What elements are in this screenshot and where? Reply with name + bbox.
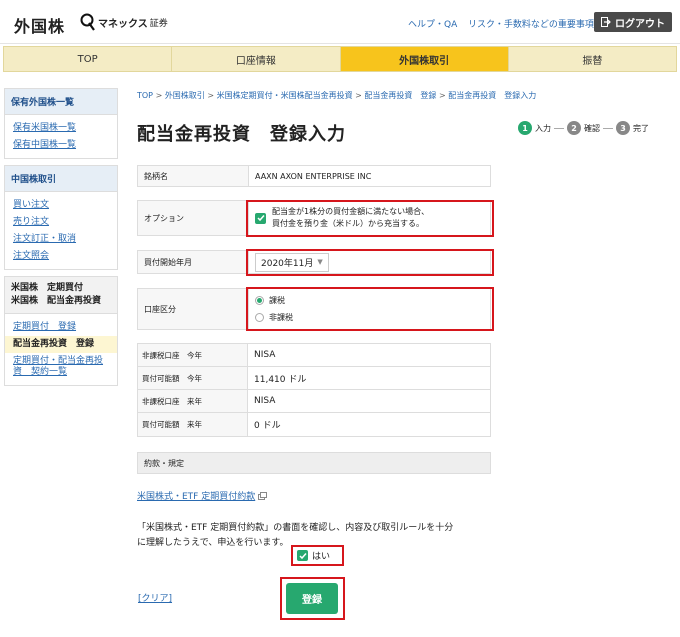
highlight-account-type	[246, 287, 494, 331]
risk-link[interactable]: リスク・手数料などの重要事項	[468, 17, 594, 30]
account-type-label: 口座区分	[144, 304, 176, 314]
brand-logo[interactable]: マネックス 証券	[80, 13, 168, 31]
terms-bar: 約款・規定	[137, 452, 491, 474]
sidebar-item-cn-holdings[interactable]: 保有中国株一覧	[5, 137, 117, 154]
page-title: 配当金再投資 登録入力	[137, 124, 346, 145]
info-label: 非課税口座 今年	[138, 344, 248, 366]
step-2-icon: 2	[567, 121, 581, 135]
brand-row: 銘柄名 AAXN AXON ENTERPRISE INC	[137, 165, 491, 187]
logout-button[interactable]: ログアウト	[594, 12, 672, 32]
nav-foreign-stock-trade[interactable]: 外国株取引	[340, 47, 509, 71]
sidebar-china-title: 中国株取引	[5, 166, 117, 192]
sidebar-holdings-title[interactable]: 保有外国株一覧	[5, 89, 117, 115]
step-1-icon: 1	[518, 121, 532, 135]
highlight-agree	[291, 545, 344, 566]
step-3-label: 完了	[633, 123, 649, 133]
sidebar-us-title-1: 米国株 定期買付	[11, 283, 84, 293]
info-value: 0 ドル	[254, 421, 281, 431]
breadcrumb-item[interactable]: 外国株取引	[165, 91, 205, 100]
terms-link-label: 米国株式・ETF 定期買付約款	[137, 492, 256, 502]
highlight-option	[246, 200, 494, 237]
info-label: 買付可能額 今年	[138, 367, 248, 389]
sidebar-holdings: 保有外国株一覧 保有米国株一覧 保有中国株一覧	[4, 88, 118, 159]
nisa-info-table: 非課税口座 今年 NISA 買付可能額 今年 11,410 ドル 非課税口座 来…	[137, 343, 491, 437]
terms-link[interactable]: 米国株式・ETF 定期買付約款	[137, 489, 268, 502]
breadcrumb-item[interactable]: 米国株定期買付・米国株配当金再投資	[217, 91, 353, 100]
breadcrumb-current: 配当金再投資 登録入力	[448, 91, 537, 100]
option-label: オプション	[144, 213, 184, 223]
info-label: 非課税口座 来年	[138, 390, 248, 412]
terms-notice-line-1: 「米国株式・ETF 定期買付約款」の書面を確認し、内容及び取引ルールを十分	[137, 523, 454, 533]
breadcrumb: TOP > 外国株取引 > 米国株定期買付・米国株配当金再投資 > 配当金再投資…	[137, 91, 537, 100]
logout-label: ログアウト	[615, 18, 665, 30]
table-row: 買付可能額 今年 11,410 ドル	[138, 367, 490, 390]
logout-icon	[601, 17, 611, 27]
sidebar-item-buy[interactable]: 買い注文	[5, 197, 117, 214]
nav-top[interactable]: TOP	[4, 47, 173, 71]
main-nav: TOP 口座情報 外国株取引 振替	[3, 46, 677, 72]
table-row: 買付可能額 来年 0 ドル	[138, 413, 490, 436]
table-row: 非課税口座 来年 NISA	[138, 390, 490, 413]
sidebar-item-inquiry[interactable]: 注文照会	[5, 248, 117, 265]
start-month-label: 買付開始年月	[144, 257, 192, 267]
breadcrumb-item[interactable]: TOP	[137, 91, 153, 100]
brand-logo-icon	[80, 13, 95, 31]
sidebar-item-contract-list[interactable]: 定期買付・配当金再投資 契約一覧	[5, 353, 117, 381]
nav-transfer[interactable]: 振替	[509, 47, 676, 71]
step-3-icon: 3	[616, 121, 630, 135]
highlight-start-month	[246, 249, 494, 276]
step-2-label: 確認	[584, 123, 600, 133]
info-label: 買付可能額 来年	[138, 413, 248, 436]
header: 外国株 マネックス 証券 ヘルプ・QA リスク・手数料などの重要事項 ログアウト	[0, 0, 680, 44]
sidebar-us-title: 米国株 定期買付 米国株 配当金再投資	[5, 277, 117, 314]
brand-label: 銘柄名	[144, 171, 168, 181]
clear-link[interactable]: [クリア]	[138, 591, 172, 604]
sidebar-item-regular-buy[interactable]: 定期買付 登録	[5, 319, 117, 336]
table-row: 非課税口座 今年 NISA	[138, 344, 490, 367]
sidebar-us-title-2: 米国株 配当金再投資	[11, 296, 102, 306]
brand-suffix: 証券	[149, 18, 168, 29]
sidebar-item-sell[interactable]: 売り注文	[5, 214, 117, 231]
sidebar-us: 米国株 定期買付 米国株 配当金再投資 定期買付 登録 配当金再投資 登録 定期…	[4, 276, 118, 386]
nav-account-info[interactable]: 口座情報	[172, 47, 341, 71]
info-value: 11,410 ドル	[254, 374, 307, 385]
sidebar: 保有外国株一覧 保有米国株一覧 保有中国株一覧 中国株取引 買い注文 売り注文 …	[4, 88, 118, 392]
sidebar-item-modify[interactable]: 注文訂正・取消	[5, 231, 117, 248]
highlight-submit	[280, 577, 345, 620]
site-title: 外国株	[14, 17, 66, 36]
breadcrumb-item[interactable]: 配当金再投資 登録	[364, 91, 436, 100]
external-window-icon	[258, 491, 268, 500]
sidebar-item-dividend-reinvest[interactable]: 配当金再投資 登録	[5, 336, 117, 353]
sidebar-china: 中国株取引 買い注文 売り注文 注文訂正・取消 注文照会	[4, 165, 118, 270]
brand-value: AAXN AXON ENTERPRISE INC	[248, 166, 490, 186]
brand-name: マネックス	[98, 18, 148, 30]
step-1-label: 入力	[535, 123, 551, 133]
progress-steps: 1 入力 2 確認 3 完了	[518, 121, 649, 135]
sidebar-item-us-holdings[interactable]: 保有米国株一覧	[5, 120, 117, 137]
help-link[interactable]: ヘルプ・QA	[408, 17, 457, 30]
info-value: NISA	[254, 350, 276, 360]
info-value: NISA	[254, 396, 276, 406]
